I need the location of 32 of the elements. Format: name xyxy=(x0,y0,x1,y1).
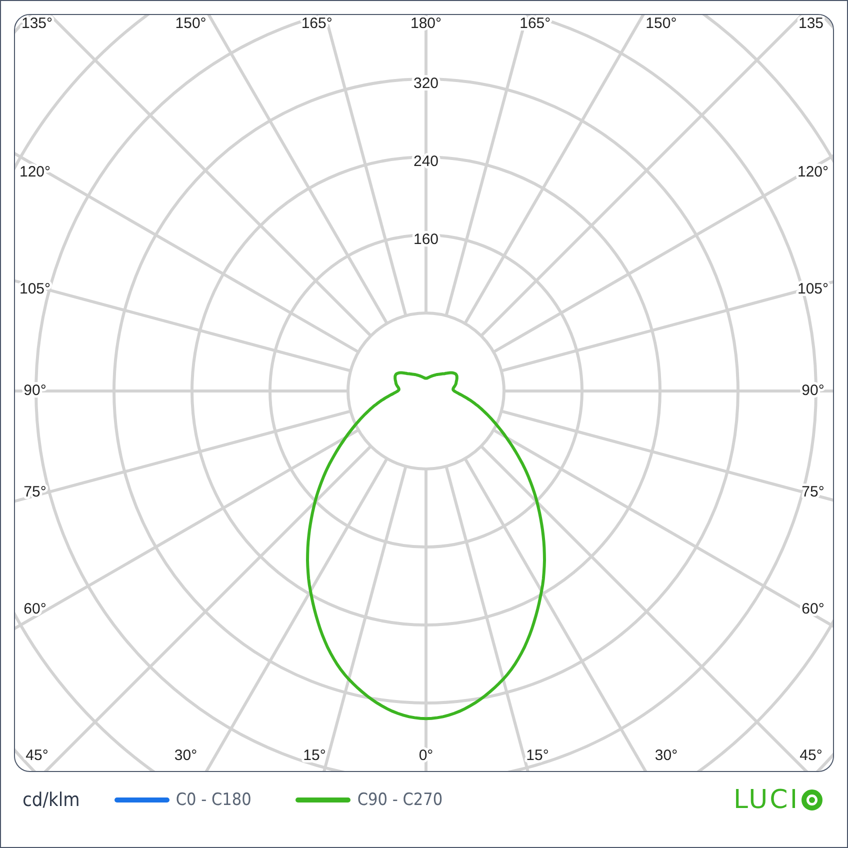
ring-value-label: 240 xyxy=(412,152,438,170)
angle-label: 105° xyxy=(18,280,50,298)
angle-label: 30° xyxy=(654,746,678,764)
ring-value-label: 160 xyxy=(412,230,438,248)
angle-label: 105° xyxy=(796,280,828,298)
angle-label: 90° xyxy=(801,381,824,398)
legend-label: C90 - C270 xyxy=(357,790,443,810)
angle-label: 165° xyxy=(300,14,332,32)
angle-label: 15° xyxy=(526,746,548,764)
angle-label: 120° xyxy=(796,163,828,180)
angle-label: 90° xyxy=(23,381,46,398)
angle-label: 30° xyxy=(174,746,197,764)
angle-label: 135 xyxy=(798,14,824,32)
angle-label: 180° xyxy=(410,14,442,32)
angle-label: 0° xyxy=(418,746,433,764)
angle-label: 135° xyxy=(20,14,52,32)
angle-label: 150° xyxy=(645,14,676,32)
angle-label: 120° xyxy=(18,163,50,180)
angle-label: 75° xyxy=(23,482,46,500)
angle-label: 60° xyxy=(801,600,824,617)
angle-label: 45° xyxy=(25,746,48,764)
logo-text: LUCI xyxy=(733,784,800,814)
angle-label: 15° xyxy=(302,746,326,764)
angle-label: 45° xyxy=(799,746,822,764)
angle-label: 165° xyxy=(519,14,550,32)
angle-label: 75° xyxy=(801,482,824,500)
ring-value-label: 320 xyxy=(412,74,438,92)
angle-label: 60° xyxy=(23,600,46,617)
unit-label: cd/klm xyxy=(22,788,80,810)
legend-label: C0 - C180 xyxy=(176,790,252,810)
angle-label: 150° xyxy=(174,14,206,32)
logo-ring-icon xyxy=(800,788,822,810)
